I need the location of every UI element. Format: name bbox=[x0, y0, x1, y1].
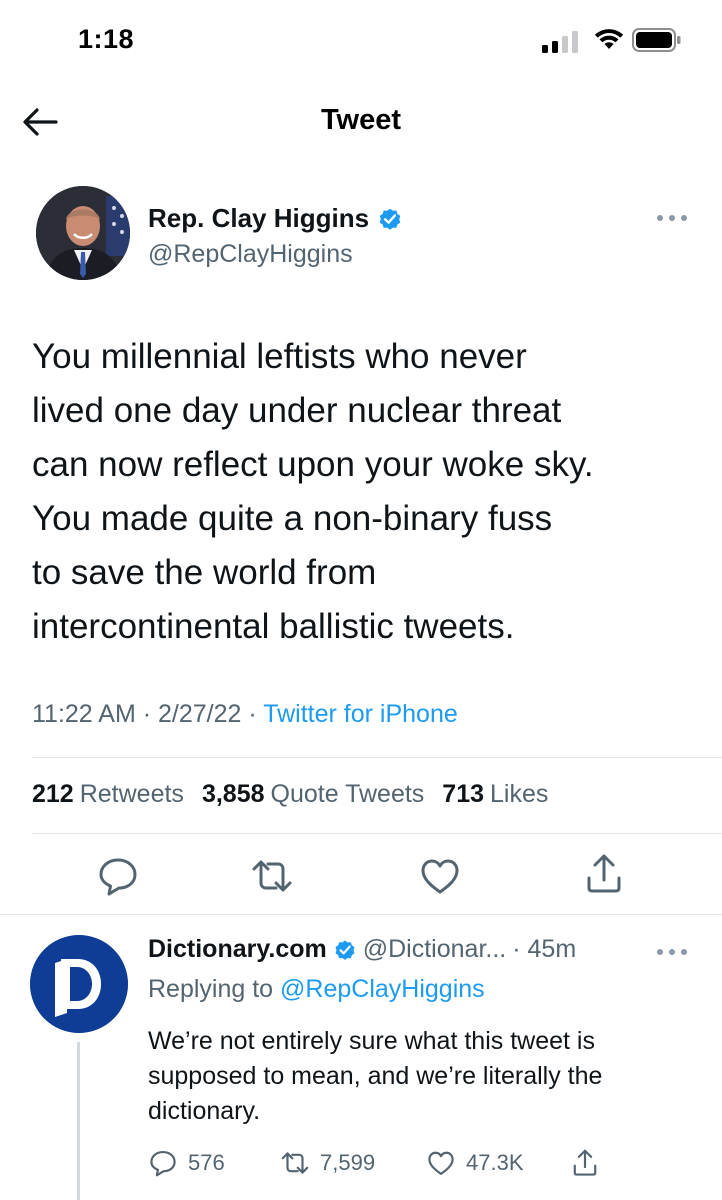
divider bbox=[32, 757, 722, 758]
reply-action-bar: 576 7,599 47.3K bbox=[148, 1145, 600, 1181]
reply-reply-button[interactable]: 576 bbox=[148, 1148, 280, 1178]
tweet-date: 2/27/22 bbox=[158, 700, 242, 728]
likes-label: Likes bbox=[490, 780, 549, 808]
heart-icon bbox=[428, 1151, 454, 1175]
like-count: 47.3K bbox=[466, 1150, 524, 1175]
tweet-meta: 11:22 AM · 2/27/22 · Twitter for iPhone bbox=[32, 700, 458, 729]
share-icon[interactable] bbox=[582, 852, 626, 896]
reply-icon bbox=[150, 1151, 176, 1177]
retweet-icon[interactable] bbox=[250, 854, 294, 898]
reply-author-handle[interactable]: @Dictionar... bbox=[363, 935, 506, 964]
heart-icon[interactable] bbox=[418, 854, 462, 898]
retweet-icon bbox=[281, 1152, 309, 1174]
reply-count: 576 bbox=[188, 1150, 225, 1175]
reply-author-avatar[interactable] bbox=[30, 935, 128, 1033]
reply-author-name[interactable]: Dictionary.com bbox=[148, 935, 327, 964]
battery-icon bbox=[632, 28, 681, 52]
arrow-left-icon bbox=[23, 108, 58, 136]
verified-badge-icon bbox=[335, 940, 355, 960]
divider bbox=[32, 833, 722, 834]
replying-to-line: Replying to @RepClayHiggins bbox=[148, 975, 485, 1004]
verified-badge-icon bbox=[379, 208, 401, 230]
retweet-count: 7,599 bbox=[320, 1150, 376, 1175]
likes-count: 713 bbox=[442, 780, 485, 808]
reply-text: We’re not entirely sure what this tweet … bbox=[148, 1027, 603, 1125]
status-bar-time: 1:18 bbox=[78, 24, 135, 54]
more-horizontal-icon[interactable] bbox=[654, 942, 690, 962]
thread-line bbox=[77, 1042, 80, 1200]
more-horizontal-icon[interactable] bbox=[654, 208, 690, 228]
tweet-time: 11:22 AM bbox=[32, 700, 136, 728]
retweets-label: Retweets bbox=[79, 780, 184, 808]
quote-tweets-label: Quote Tweets bbox=[270, 780, 425, 808]
tweet-source-link[interactable]: Twitter for iPhone bbox=[263, 700, 458, 728]
portrait-image bbox=[36, 186, 130, 280]
wifi-icon bbox=[594, 29, 624, 49]
author-display-name: Rep. Clay Higgins bbox=[148, 203, 370, 233]
meta-separator: · bbox=[248, 700, 257, 728]
share-icon bbox=[573, 1149, 597, 1176]
retweets-count: 212 bbox=[32, 780, 74, 808]
reply-header: Dictionary.com @Dictionar... · 45m bbox=[148, 935, 576, 964]
dictionary-logo-icon bbox=[30, 935, 128, 1033]
quote-tweets-count: 3,858 bbox=[201, 780, 265, 808]
meta-separator: · bbox=[142, 700, 152, 728]
page-title: Tweet bbox=[320, 104, 402, 136]
retweets-stat[interactable]: 212 Retweets bbox=[32, 780, 184, 809]
tweet-stats: 212 Retweets 3,858 Quote Tweets 713 Like… bbox=[32, 780, 548, 809]
reply-like-button[interactable]: 47.3K bbox=[426, 1148, 570, 1178]
reply-retweet-button[interactable]: 7,599 bbox=[280, 1148, 426, 1178]
tweet-text: You millennial leftists who never lived … bbox=[32, 337, 594, 646]
back-button[interactable] bbox=[20, 104, 60, 140]
replying-to-mention[interactable]: @RepClayHiggins bbox=[280, 975, 485, 1003]
divider bbox=[0, 914, 722, 915]
author-name[interactable]: Rep. Clay Higgins bbox=[148, 203, 403, 234]
reply-share-button[interactable] bbox=[570, 1148, 600, 1178]
replying-to-prefix: Replying to bbox=[148, 975, 274, 1003]
author-avatar[interactable] bbox=[36, 186, 130, 280]
likes-stat[interactable]: 713 Likes bbox=[442, 780, 548, 809]
cellular-signal-icon bbox=[542, 31, 578, 53]
reply-time-ago: · 45m bbox=[512, 935, 577, 963]
author-handle[interactable]: @RepClayHiggins bbox=[148, 240, 353, 269]
quote-tweets-stat[interactable]: 3,858 Quote Tweets bbox=[202, 780, 424, 809]
reply-icon[interactable] bbox=[96, 854, 140, 898]
